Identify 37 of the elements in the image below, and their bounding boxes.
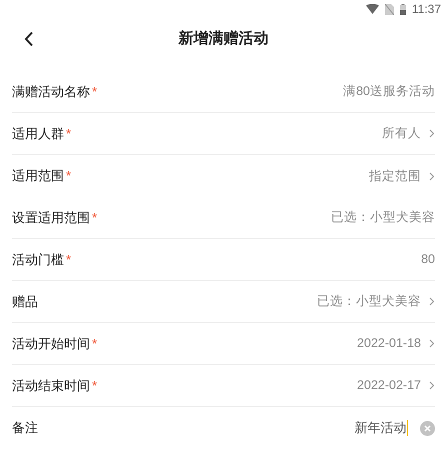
field-value[interactable]: 已选：小型犬美容: [331, 208, 435, 227]
field-label: 活动门槛: [12, 250, 64, 269]
field-label: 设置适用范围: [12, 208, 90, 227]
field-label: 活动开始时间: [12, 334, 90, 353]
field-value[interactable]: 2022-02-17: [357, 376, 421, 395]
required-asterisk: *: [66, 167, 72, 186]
chevron-right-icon: [429, 129, 435, 138]
page-title: 新增满赠活动: [178, 28, 268, 49]
battery-icon: [400, 4, 406, 14]
required-asterisk: *: [92, 376, 98, 395]
remark-input[interactable]: 新年活动: [354, 418, 406, 438]
required-asterisk: *: [92, 208, 98, 227]
field-label: 适用人群: [12, 124, 64, 143]
chevron-right-icon: [429, 381, 435, 390]
required-asterisk: *: [92, 334, 98, 353]
field-label: 适用范围: [12, 167, 64, 186]
required-asterisk: *: [92, 82, 98, 101]
back-icon[interactable]: [24, 31, 34, 47]
field-value[interactable]: 2022-01-18: [357, 334, 421, 353]
status-time: 11:37: [412, 1, 441, 18]
required-asterisk: *: [66, 124, 72, 143]
wifi-icon: [366, 4, 379, 14]
field-value[interactable]: 80: [421, 250, 435, 269]
chevron-right-icon: [429, 297, 435, 306]
no-sim-icon: [384, 4, 394, 14]
field-value[interactable]: 所有人: [382, 124, 421, 143]
chevron-right-icon: [429, 339, 435, 348]
field-value[interactable]: 指定范围: [369, 166, 421, 186]
chevron-right-icon: [429, 172, 435, 180]
text-cursor: [406, 420, 408, 436]
field-label: 备注: [12, 419, 38, 438]
field-value[interactable]: 已选：小型犬美容: [317, 292, 421, 311]
field-value[interactable]: 满80送服务活动: [343, 82, 435, 101]
required-asterisk: *: [66, 250, 72, 269]
field-label: 活动结束时间: [12, 376, 90, 395]
field-label: 赠品: [12, 292, 38, 311]
field-label: 满赠活动名称: [12, 82, 90, 101]
